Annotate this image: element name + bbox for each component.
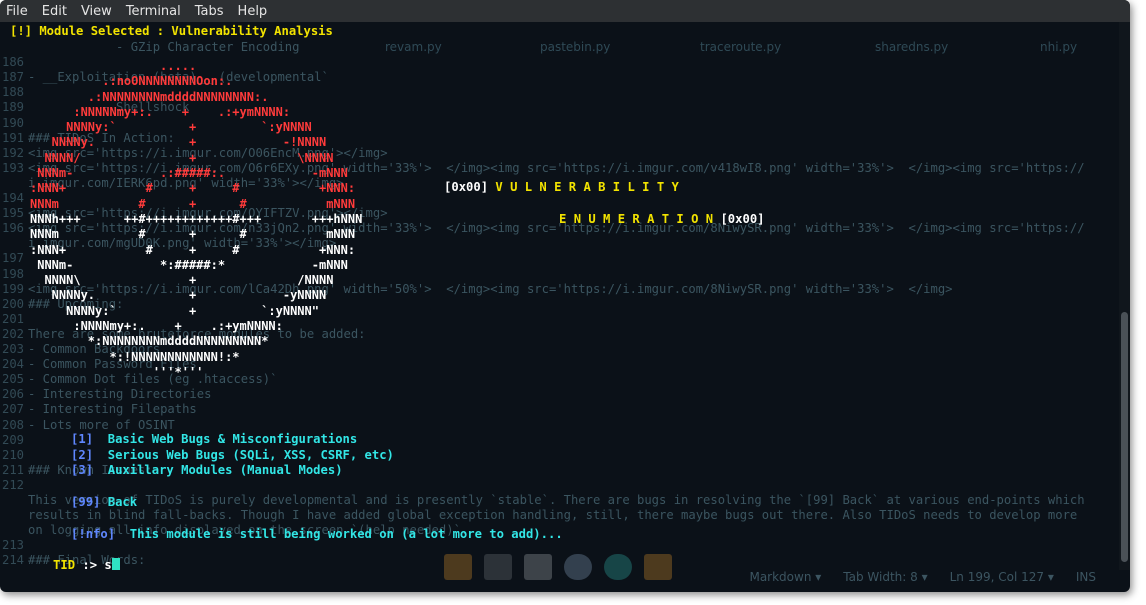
status-position: Ln 199, Col 127 ▾: [949, 570, 1054, 584]
background-text-line: - Interesting Filepaths: [28, 402, 197, 417]
menu-help[interactable]: Help: [238, 4, 268, 19]
terminal-window: File Edit View Terminal Tabs Help revam.…: [0, 0, 1130, 592]
ascii-art-row: NNNNy:` + `:yNNNN: [30, 120, 312, 135]
line-number: 212: [2, 477, 25, 492]
line-number: 195: [2, 206, 25, 221]
line-number: 198: [2, 266, 25, 281]
line-number: 206: [2, 387, 25, 402]
menu-bar: File Edit View Terminal Tabs Help: [0, 0, 1130, 22]
status-tab-width: Tab Width: 8 ▾: [843, 570, 928, 584]
title-word-enumeration: E N U M E R A T I O N: [559, 212, 721, 226]
line-number: 205: [2, 372, 25, 387]
line-number: 189: [2, 100, 25, 115]
background-text-line: - Interesting Directories: [28, 387, 212, 402]
ascii-art-row: NNNN\ + /NNNN: [30, 273, 334, 288]
scrollbar-thumb[interactable]: [1121, 312, 1128, 562]
menu-terminal[interactable]: Terminal: [126, 4, 181, 19]
menu-tabs[interactable]: Tabs: [195, 4, 224, 19]
option-label: Auxillary Modules (Manual Modes): [107, 463, 343, 477]
ascii-art-row: NNNm- *:#####:* -mNNN: [30, 257, 348, 272]
line-number: 209: [2, 432, 25, 447]
line-number: 210: [2, 447, 25, 462]
line-number: 187: [2, 70, 25, 85]
line-number: 201: [2, 311, 25, 326]
ascii-art-row: NNNNy. + -yNNNN: [30, 288, 327, 303]
info-tag: [!nfo]: [71, 527, 116, 541]
line-number: 203: [2, 342, 25, 356]
line-number: 208: [2, 417, 25, 432]
line-number: 193: [2, 160, 25, 175]
title-hex-right: [0x00]: [720, 212, 765, 226]
line-number: 194: [2, 191, 25, 205]
line-number: 211: [2, 462, 25, 477]
line-number: 190: [2, 115, 25, 130]
background-tab: nhi.py: [1040, 40, 1078, 54]
line-number: 188: [2, 85, 25, 100]
option-key: [3]: [71, 463, 94, 477]
ascii-art-row: *:NNNNNNNNmddddNNNNNNNNN*: [30, 334, 269, 349]
menu-option-back[interactable]: [99] Back: [27, 480, 137, 509]
ascii-art-row: NNNh+++ ++#++++++++++++#+++ +++hNNN: [30, 211, 363, 226]
line-number: 207: [2, 402, 25, 417]
ascii-art-row: .:noONNNNNNNNOon:.: [30, 74, 233, 89]
line-number: 192: [2, 145, 25, 160]
line-number: 200: [2, 296, 25, 311]
title-hex-left: [0x00]: [444, 180, 496, 194]
ascii-art-row: NNNN/ + \NNNN: [30, 150, 334, 165]
ascii-art-row: :NNNNmy+:. + .:+ymNNNN:: [30, 319, 283, 334]
ascii-art-row: :NNNNNmy+:. + .:+ymNNNN:: [30, 104, 291, 119]
ascii-art-row: NNNNy. + -!NNNN: [30, 135, 327, 150]
menu-option-3[interactable]: [3] Auxillary Modules (Manual Modes): [27, 448, 343, 477]
ascii-art-row: NNNm- .:#####:. -mNNN: [30, 166, 348, 181]
title-line-2: E N U M E R A T I O N [0x00]: [515, 197, 764, 226]
ascii-art-row: :NNN+ # + # +NNN:: [30, 181, 356, 196]
info-text: This module is still being worked on (a …: [129, 527, 563, 541]
command-prompt[interactable]: TID :> s: [9, 543, 120, 570]
line-number: 199: [2, 281, 25, 296]
menu-edit[interactable]: Edit: [42, 4, 67, 19]
line-number: 186: [2, 55, 25, 70]
terminal-output[interactable]: revam.py pastebin.py traceroute.py share…: [0, 22, 1118, 570]
menu-file[interactable]: File: [6, 4, 28, 19]
back-label: Back: [107, 495, 138, 509]
line-number: 202: [2, 326, 25, 341]
status-language: Markdown ▾: [749, 570, 822, 584]
module-header: [!] Module Selected : Vulnerability Anal…: [10, 24, 333, 38]
line-number: 204: [2, 357, 25, 372]
info-message: [!nfo] This module is still being worked…: [27, 512, 563, 541]
background-text-line: This version of TIDoS is purely developm…: [28, 493, 1085, 507]
ascii-art-row: '''*''': [30, 364, 204, 379]
menu-view[interactable]: View: [81, 4, 112, 19]
ascii-art-row: NNNm # + # mNNN: [30, 227, 356, 242]
background-tab: traceroute.py: [700, 40, 782, 54]
line-number: 197: [2, 251, 25, 266]
ascii-art-row: NNNNy:` + `:yNNNN": [30, 303, 319, 318]
line-number: 196: [2, 221, 25, 236]
status-mode: INS: [1075, 570, 1096, 584]
ascii-art-row: .....: [30, 59, 197, 73]
ascii-art-row: :NNN+ # + # +NNN:: [30, 242, 356, 257]
background-tab: pastebin.py: [540, 40, 611, 54]
title-line-1: [0x00] V U L N E R A B I L I T Y: [400, 165, 679, 194]
title-word-vulnerability: V U L N E R A B I L I T Y: [495, 180, 679, 194]
menu-option-2[interactable]: [2] Serious Web Bugs (SQLi, XSS, CSRF, e…: [27, 433, 394, 462]
line-number: 191: [2, 130, 25, 145]
ascii-art-row: NNNm # + # mNNN: [30, 196, 356, 211]
terminal-scrollbar[interactable]: [1119, 22, 1130, 570]
background-status-bar: Markdown ▾ Tab Width: 8 ▾ Ln 199, Col 12…: [0, 562, 1118, 592]
ascii-art-row: *:!NNNNNNNNNNNN!:*: [30, 349, 240, 364]
back-key: [99]: [71, 495, 101, 509]
ascii-logo: ..... .:noONNNNNNNNOon:. .:NNNNNNNNmdddd…: [30, 59, 362, 380]
background-text-line: - GZip Character Encoding: [28, 40, 300, 54]
menu-option-1[interactable]: [1] Basic Web Bugs & Misconfigurations: [27, 417, 357, 446]
background-tab: revam.py: [385, 40, 442, 54]
ascii-art-row: .:NNNNNNNNmddddNNNNNNNN:.: [30, 89, 269, 104]
background-tab: sharedns.py: [875, 40, 949, 54]
